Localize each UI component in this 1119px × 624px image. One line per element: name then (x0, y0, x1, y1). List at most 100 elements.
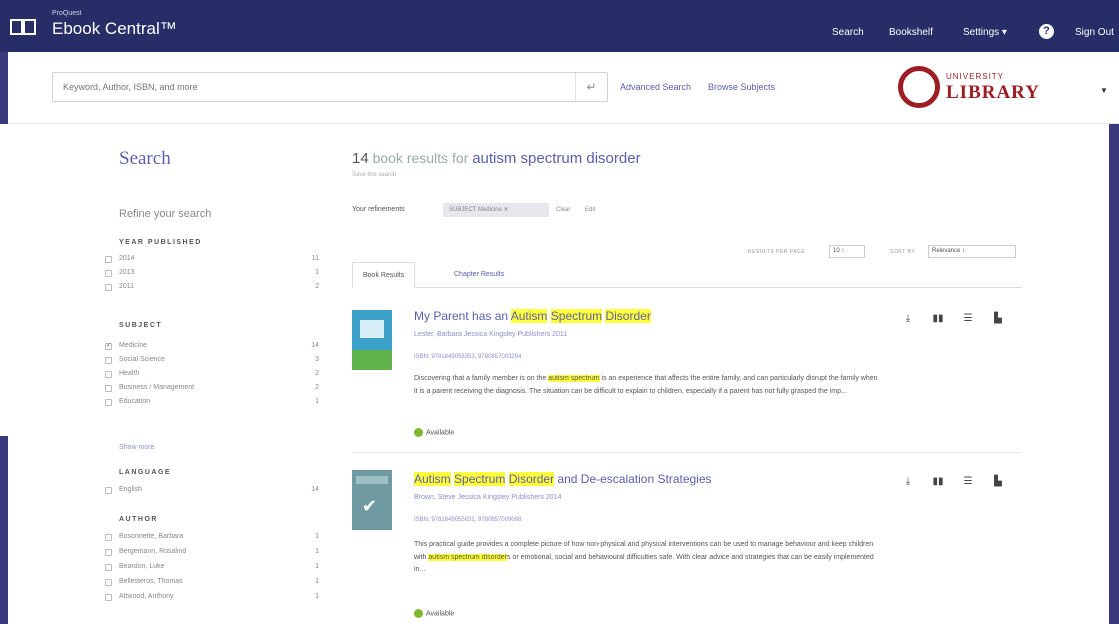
edit-refinements-link[interactable]: Edit (585, 207, 595, 213)
facet-item[interactable]: Social Science 3 (105, 355, 325, 369)
facet-count: 1 (315, 593, 319, 600)
proquest-label: ProQuest (52, 10, 82, 17)
checkbox[interactable] (105, 487, 112, 494)
checked-checkbox[interactable]: ✓ (105, 343, 112, 350)
checkbox[interactable] (105, 371, 112, 378)
clear-refinements-link[interactable]: Clear (556, 207, 570, 213)
help-icon[interactable]: ? (1039, 24, 1054, 39)
checkbox[interactable] (105, 564, 112, 571)
facet-item[interactable]: Bellesteros, Thomas 1 (105, 577, 325, 591)
table-of-contents-icon[interactable]: ☰ (962, 313, 974, 325)
tab-chapter-results[interactable]: Chapter Results (444, 262, 514, 288)
facet-count: 1 (315, 533, 319, 540)
facet-item[interactable]: Education 1 (105, 397, 325, 411)
facet-heading-language: LANGUAGE (119, 469, 172, 476)
refinements-label: Your refinements (352, 206, 405, 213)
result-meta[interactable]: Lester, Barbara Jessica Kingsley Publish… (414, 331, 567, 338)
facet-item[interactable]: 2011 2 (105, 282, 325, 296)
results-per-page-select[interactable]: 10 ↕ (829, 245, 865, 258)
facet-label: Bosonnette, Barbara (119, 533, 184, 540)
book-cover[interactable] (352, 310, 392, 370)
result-description: Discovering that a family member is on t… (414, 375, 878, 395)
nav-sign-out-link[interactable]: Sign Out (1075, 27, 1114, 38)
facet-item[interactable]: 2013 1 (105, 268, 325, 282)
add-to-bookshelf-icon[interactable]: ▙ (992, 476, 1004, 488)
facet-heading-author: AUTHOR (119, 516, 158, 523)
checkbox[interactable] (105, 357, 112, 364)
download-icon[interactable]: ⤓ (902, 313, 914, 325)
facet-item[interactable]: Beardon, Luke 1 (105, 562, 325, 576)
result-title[interactable]: Autism Spectrum Disorder and De-escalati… (414, 472, 712, 486)
browse-subjects-link[interactable]: Browse Subjects (708, 82, 775, 92)
available-dot-icon (414, 609, 423, 618)
facet-item[interactable]: Business / Management 2 (105, 383, 325, 397)
ebook-central-brand[interactable]: Ebook Central™ (52, 19, 177, 39)
facet-count: 2 (315, 283, 319, 290)
tab-book-results[interactable]: Book Results (352, 262, 416, 288)
available-dot-icon (414, 428, 423, 437)
facet-item[interactable]: ✓ Medicine 14 (105, 341, 325, 355)
book-cover[interactable]: ✔ (352, 470, 392, 530)
library-logo-mark (898, 66, 940, 108)
result-description: This practical guide provides a complete… (414, 541, 874, 573)
chevron-down-icon[interactable]: ▼ (1100, 86, 1108, 95)
facet-count: 2 (315, 370, 319, 377)
facet-label: 2011 (119, 283, 135, 290)
facet-count: 14 (311, 486, 319, 493)
nav-search-link[interactable]: Search (832, 27, 864, 38)
table-of-contents-icon[interactable]: ☰ (962, 476, 974, 488)
facet-item[interactable]: Bosonnette, Barbara 1 (105, 532, 325, 546)
checkbox[interactable] (105, 270, 112, 277)
result-title[interactable]: My Parent has an Autism Spectrum Disorde… (414, 309, 651, 323)
availability-status: Available (414, 428, 454, 437)
library-logo-university: UNIVERSITY (946, 72, 1005, 81)
checkbox[interactable] (105, 284, 112, 291)
refine-search-label: Refine your search (119, 208, 212, 220)
facet-count: 1 (315, 578, 319, 585)
facet-label: English (119, 486, 142, 493)
sort-by-label: SORT BY (890, 249, 916, 255)
facet-count: 1 (315, 398, 319, 405)
search-input[interactable] (53, 73, 563, 101)
facet-item[interactable]: Health 2 (105, 369, 325, 383)
facet-item[interactable]: 2014 11 (105, 254, 325, 268)
facet-count: 14 (311, 342, 319, 349)
facet-label: Bellesteros, Thomas (119, 578, 183, 585)
result-meta[interactable]: Brown, Steve Jessica Kingsley Publishers… (414, 494, 561, 501)
facet-label: Attwood, Anthony (119, 593, 174, 600)
facet-label: Business / Management (119, 384, 195, 391)
facet-item[interactable]: English 14 (105, 485, 325, 499)
open-book-icon[interactable] (10, 18, 36, 36)
checkbox[interactable] (105, 579, 112, 586)
advanced-search-link[interactable]: Advanced Search (620, 82, 691, 92)
search-strip: ↵ Advanced Search Browse Subjects UNIVER… (8, 52, 1119, 124)
facet-heading-year: YEAR PUBLISHED (119, 239, 202, 246)
read-online-icon[interactable]: ▮▮ (932, 476, 944, 488)
search-submit-button[interactable]: ↵ (575, 73, 607, 101)
results-tabs: Book Results Chapter Results (352, 262, 1022, 288)
facet-item[interactable]: Attwood, Anthony 1 (105, 592, 325, 606)
result-isbn: ISBN: 9781849058353, 9780857003294 (414, 354, 522, 360)
checkbox[interactable] (105, 594, 112, 601)
facet-label: Beardon, Luke (119, 563, 165, 570)
results-query: autism spectrum disorder (472, 150, 641, 167)
download-icon[interactable]: ⤓ (902, 476, 914, 488)
nav-bookshelf-link[interactable]: Bookshelf (889, 27, 933, 38)
checkbox[interactable] (105, 549, 112, 556)
add-to-bookshelf-icon[interactable]: ▙ (992, 313, 1004, 325)
nav-settings-menu[interactable]: Settings ▾ (963, 27, 1007, 38)
sort-by-select[interactable]: Relevance ↕ (928, 245, 1016, 258)
refinement-chip[interactable]: SUBJECT Medicine ✕ (443, 203, 549, 217)
facet-item[interactable]: Bergemann, Rosalind 1 (105, 547, 325, 561)
save-search-link[interactable]: Save this search (352, 172, 396, 178)
search-box: ↵ (52, 72, 608, 102)
checkbox[interactable] (105, 534, 112, 541)
read-online-icon[interactable]: ▮▮ (932, 313, 944, 325)
checkbox[interactable] (105, 399, 112, 406)
checkbox[interactable] (105, 256, 112, 263)
panel-left-edge (0, 124, 8, 436)
facet-count: 1 (315, 563, 319, 570)
checkbox[interactable] (105, 385, 112, 392)
show-more-link[interactable]: Show more (119, 444, 154, 451)
library-logo-name: LIBRARY (946, 82, 1040, 103)
